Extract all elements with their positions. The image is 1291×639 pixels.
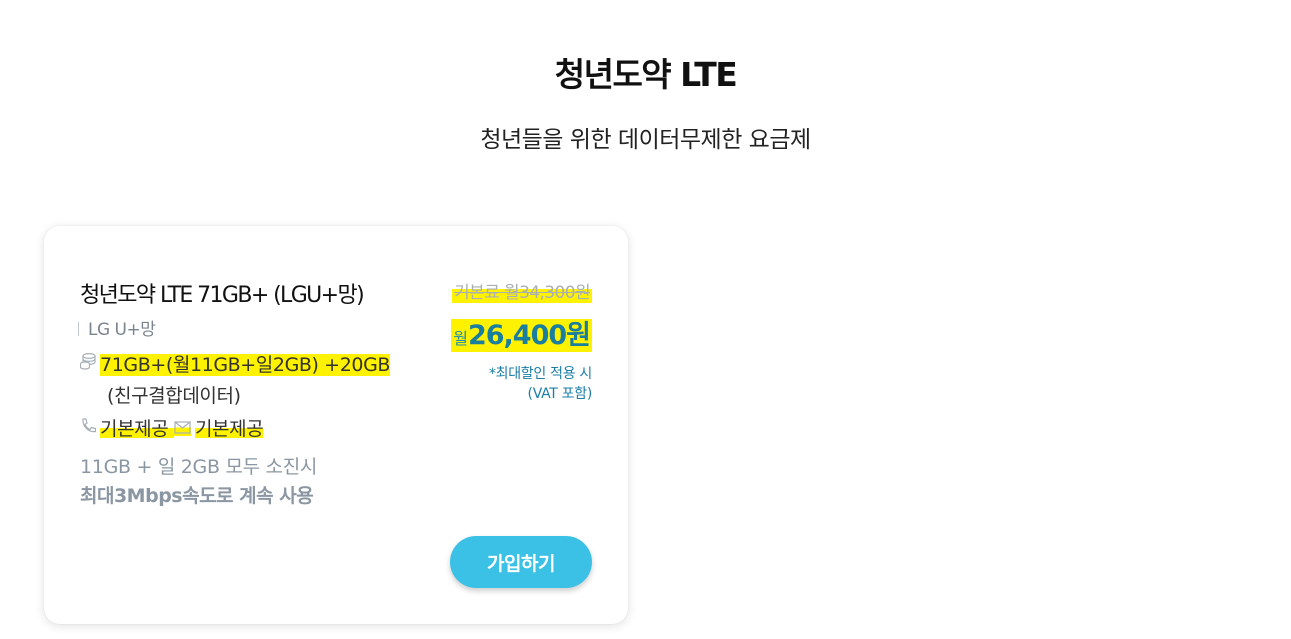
plan-name: 청년도약 LTE 71GB+ (LGU+망): [80, 283, 365, 308]
page: 청년도약 LTE 청년들을 위한 데이터무제한 요금제 청년도약 LTE 71G…: [0, 0, 1291, 639]
data-allowance: 71GB+(월11GB+일2GB) +20GB: [79, 350, 391, 377]
price-block: 기본료 월34,300원 월26,400원 *최대할인 적용 시 (VAT 포함…: [451, 278, 592, 404]
discount-note-line1: *최대할인 적용 시: [488, 366, 592, 382]
divider: [78, 322, 79, 336]
plan-card: 청년도약 LTE 71GB+ (LGU+망) LG U+망 71GB+(월11G…: [44, 226, 628, 624]
sale-price: 월26,400원: [451, 313, 592, 352]
discount-note-line2: (VAT 포함): [527, 386, 593, 402]
database-stack-icon: [79, 352, 96, 374]
carrier-label: LG U+망: [78, 315, 156, 340]
data-note-line2: 최대3Mbps속도로 계속 사용: [80, 485, 314, 507]
voice-text: 기본제공: [100, 418, 169, 440]
sale-amount: 26,400원: [467, 320, 591, 351]
data-note-line1: 11GB + 일 2GB 모두 소진시: [80, 456, 318, 478]
sale-prefix: 월: [453, 329, 468, 348]
discount-note: *최대할인 적용 시 (VAT 포함): [451, 364, 592, 404]
data-extra: (친구결합데이터): [107, 385, 241, 407]
sms-text: 기본제공: [194, 418, 264, 440]
envelope-icon: [173, 419, 191, 438]
voice-sms-line: 기본제공 기본제공: [80, 414, 264, 441]
data-allowance-text: 71GB+(월11GB+일2GB) +20GB: [100, 354, 391, 376]
original-price: 기본료 월34,300원: [452, 283, 592, 303]
join-button[interactable]: 가입하기: [450, 536, 592, 588]
carrier-text: LG U+망: [88, 320, 156, 340]
page-title: 청년도약 LTE: [554, 55, 738, 94]
page-subtitle: 청년들을 위한 데이터무제한 요금제: [480, 127, 811, 153]
phone-icon: [80, 417, 97, 438]
